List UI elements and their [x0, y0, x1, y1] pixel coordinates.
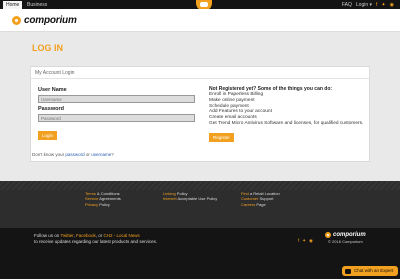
forgot-suffix: ?: [111, 152, 114, 157]
footer-column-policies: Linking Policy Internet Acceptable Use P…: [163, 191, 217, 202]
tab-home[interactable]: Home: [3, 1, 23, 9]
login-menu[interactable]: Login ▾: [356, 1, 372, 9]
site-footer: Terms & Conditions Service Agreements Pr…: [0, 181, 400, 279]
forgot-username-link[interactable]: username: [91, 152, 111, 157]
logo-mark-icon: [12, 16, 21, 25]
login-button[interactable]: Login: [38, 131, 58, 140]
twitter-link[interactable]: Twitter: [60, 233, 73, 238]
chat-with-expert-button[interactable]: Chat with an Expert: [342, 266, 398, 276]
follow-us-text: Follow us on Twitter, Facebook, or CH2 -…: [34, 233, 157, 245]
password-input[interactable]: [38, 114, 195, 122]
follow-sep: , or: [95, 233, 103, 238]
register-benefits-list: Enroll in Paperless Billing Make online …: [209, 92, 363, 127]
facebook-icon[interactable]: f: [376, 1, 377, 9]
panel-header: My Account Login: [31, 67, 369, 79]
ch2-news-link[interactable]: CH2 - Local News: [104, 233, 140, 238]
page-title: LOG IN: [32, 43, 63, 53]
site-header: comporium: [0, 9, 400, 32]
top-right-menu: FAQ Login ▾ f ✦ ◉: [342, 1, 394, 9]
footer-social-icons: f ✦ ◉: [298, 238, 313, 244]
password-label: Password: [38, 106, 64, 112]
footer-bottom-bar: Follow us on Twitter, Facebook, or CH2 -…: [0, 228, 400, 279]
twitter-icon[interactable]: ✦: [302, 238, 306, 244]
footer-logo-text: comporium: [333, 232, 366, 238]
follow-prefix: Follow us on: [34, 233, 60, 238]
comporium-logo[interactable]: comporium: [12, 15, 77, 26]
forgot-prefix: Don't know your: [32, 152, 65, 157]
footer-link-careers[interactable]: Careers Page: [241, 202, 280, 207]
twitter-icon[interactable]: ✦: [381, 1, 385, 9]
footer-column-support: Find a Retail Location Customer Support …: [241, 191, 280, 207]
tab-business[interactable]: Business: [24, 1, 50, 9]
username-input[interactable]: [38, 95, 195, 103]
chat-icon: [345, 268, 351, 274]
forgot-credentials-text: Don't know your password or username?: [32, 152, 114, 157]
list-item: Get Trend Micro Antivirus Software and l…: [209, 120, 364, 126]
footer-logo: comporium: [325, 232, 366, 238]
instagram-icon[interactable]: ◉: [309, 238, 313, 244]
logo-text: comporium: [24, 15, 77, 26]
logo-mark-icon: [325, 232, 331, 238]
register-button[interactable]: Register: [209, 133, 234, 142]
facebook-icon[interactable]: f: [298, 238, 299, 244]
footer-stripe: [0, 181, 400, 190]
facebook-link[interactable]: Facebook: [76, 233, 96, 238]
account-login-panel: My Account Login User Name Password Logi…: [30, 66, 370, 162]
footer-link-privacy[interactable]: Privacy Policy: [85, 202, 121, 207]
username-label: User Name: [38, 87, 67, 93]
chat-bubble-icon: [200, 2, 208, 7]
forgot-or: or: [85, 152, 90, 157]
copyright-text: © 2016 Comporium: [328, 239, 363, 244]
instagram-icon[interactable]: ◉: [390, 1, 394, 9]
follow-sep: ,: [73, 233, 75, 238]
footer-link-internet[interactable]: Internet Acceptable Use Policy: [163, 196, 217, 201]
faq-link[interactable]: FAQ: [342, 1, 352, 9]
chat-label: Chat with an Expert: [354, 268, 394, 273]
follow-line2: to receive updates regarding our latest …: [34, 239, 158, 244]
forgot-password-link[interactable]: password: [65, 152, 84, 157]
footer-column-legal: Terms & Conditions Service Agreements Pr…: [85, 191, 121, 207]
